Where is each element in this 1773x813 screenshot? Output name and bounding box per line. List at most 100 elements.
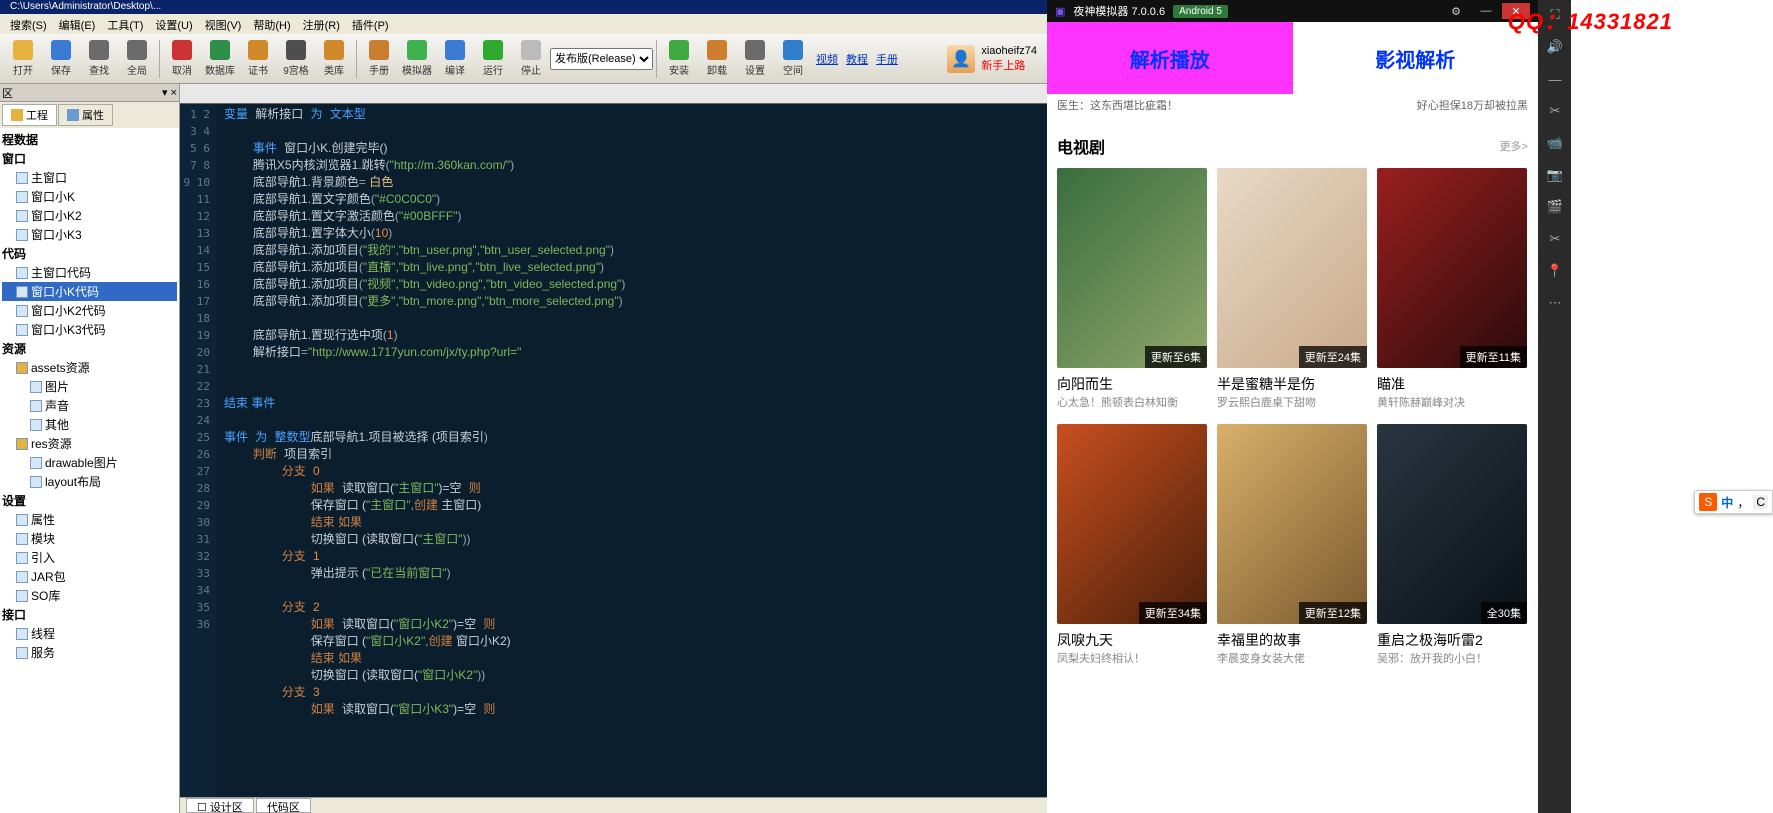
user-area[interactable]: 👤xiaoheifz74新手上路 bbox=[947, 45, 1043, 73]
tree-node[interactable]: 窗口小K2代码 bbox=[2, 301, 177, 320]
settings-icon[interactable]: ⚙ bbox=[1442, 3, 1470, 19]
toolbar-空间[interactable]: 空间 bbox=[774, 37, 812, 81]
menu-item[interactable]: 设置(U) bbox=[150, 16, 197, 32]
help-link[interactable]: 视频 bbox=[816, 51, 838, 67]
toolbar-打开[interactable]: 打开 bbox=[4, 37, 42, 81]
build-mode-select[interactable]: 发布版(Release) bbox=[550, 48, 653, 70]
tab-properties[interactable]: 属性 bbox=[58, 104, 113, 126]
toolbar-模拟器[interactable]: 模拟器 bbox=[398, 37, 436, 81]
help-link[interactable]: 教程 bbox=[846, 51, 868, 67]
tree-node[interactable]: 窗口小K3 bbox=[2, 225, 177, 244]
poster-image[interactable]: 更新至12集 bbox=[1217, 424, 1367, 624]
app-mode-button[interactable]: 影视解析 bbox=[1293, 22, 1539, 94]
toolbar-查找[interactable]: 查找 bbox=[80, 37, 118, 81]
toolbar-类库[interactable]: 类库 bbox=[315, 37, 353, 81]
poster-image[interactable]: 更新至6集 bbox=[1057, 168, 1207, 368]
tree-node[interactable]: 声音 bbox=[2, 396, 177, 415]
emulator-tool-icon[interactable]: — bbox=[1546, 70, 1564, 88]
tree-node[interactable]: 属性 bbox=[2, 510, 177, 529]
tree-node[interactable]: 窗口 bbox=[2, 149, 177, 168]
toolbar-停止[interactable]: 停止 bbox=[512, 37, 550, 81]
toolbar-全局[interactable]: 全局 bbox=[118, 37, 156, 81]
tree-node[interactable]: 窗口小K代码 bbox=[2, 282, 177, 301]
tab-code[interactable]: 代码区 bbox=[256, 798, 311, 813]
help-link[interactable]: 手册 bbox=[876, 51, 898, 67]
toolbar-安装[interactable]: 安装 bbox=[660, 37, 698, 81]
menu-item[interactable]: 编辑(E) bbox=[54, 16, 101, 32]
tree-node[interactable]: JAR包 bbox=[2, 567, 177, 586]
poster-card[interactable]: 更新至6集向阳而生心太急！熊顿表白林知衡 bbox=[1057, 168, 1207, 410]
content-scroll[interactable]: 电视剧 更多> 更新至6集向阳而生心太急！熊顿表白林知衡更新至24集半是蜜糖半是… bbox=[1047, 116, 1538, 813]
toolbar-数据库[interactable]: 数据库 bbox=[201, 37, 239, 81]
emulator-tool-icon[interactable]: ⋯ bbox=[1546, 294, 1564, 312]
tree-node[interactable]: 窗口小K3代码 bbox=[2, 320, 177, 339]
toolbar-手册[interactable]: 手册 bbox=[360, 37, 398, 81]
toolbar-卸载[interactable]: 卸载 bbox=[698, 37, 736, 81]
tab-workspace[interactable]: 工程 bbox=[2, 104, 57, 126]
tree-node[interactable]: 服务 bbox=[2, 643, 177, 662]
tree-node[interactable]: 设置 bbox=[2, 491, 177, 510]
panel-dropdown-icon[interactable]: ▾ × bbox=[162, 86, 177, 99]
toolbar-证书[interactable]: 证书 bbox=[239, 37, 277, 81]
menu-item[interactable]: 注册(R) bbox=[298, 16, 345, 32]
emulator-tool-icon[interactable]: 🔊 bbox=[1546, 38, 1564, 56]
project-tree[interactable]: 程数据窗口主窗口窗口小K窗口小K2窗口小K3代码主窗口代码窗口小K代码窗口小K2… bbox=[0, 128, 179, 813]
poster-card[interactable]: 全30集重启之极海听雷2吴邪：放开我的小白！ bbox=[1377, 424, 1527, 666]
tree-node[interactable]: drawable图片 bbox=[2, 453, 177, 472]
poster-image[interactable]: 更新至24集 bbox=[1217, 168, 1367, 368]
minimize-icon[interactable]: — bbox=[1472, 3, 1500, 19]
menu-item[interactable]: 插件(P) bbox=[347, 16, 394, 32]
emulator-tool-icon[interactable]: 📹 bbox=[1546, 134, 1564, 152]
more-link[interactable]: 更多> bbox=[1500, 138, 1528, 154]
tree-node[interactable]: 代码 bbox=[2, 244, 177, 263]
tree-node[interactable]: 程数据 bbox=[2, 130, 177, 149]
poster-image[interactable]: 更新至11集 bbox=[1377, 168, 1527, 368]
news-ticker[interactable]: 医生：这东西堪比疵霜！ 好心担保18万却被拉黑 bbox=[1047, 94, 1538, 116]
emulator-title-bar[interactable]: ▣ 夜神模拟器 7.0.0.6 Android 5 ⚙ — ✕ bbox=[1047, 0, 1538, 22]
news-item[interactable]: 医生：这东西堪比疵霜！ bbox=[1057, 97, 1178, 113]
tree-node[interactable]: 窗口小K bbox=[2, 187, 177, 206]
tree-node[interactable]: 资源 bbox=[2, 339, 177, 358]
tree-node[interactable]: assets资源 bbox=[2, 358, 177, 377]
poster-card[interactable]: 更新至11集瞄准黄轩陈赫巅峰对决 bbox=[1377, 168, 1527, 410]
menu-item[interactable]: 工具(T) bbox=[102, 16, 148, 32]
toolbar-9宫格[interactable]: 9宫格 bbox=[277, 37, 315, 81]
tree-node[interactable]: layout布局 bbox=[2, 472, 177, 491]
emulator-tool-icon[interactable]: ✂ bbox=[1546, 230, 1564, 248]
tree-node[interactable]: 线程 bbox=[2, 624, 177, 643]
tree-node[interactable]: SO库 bbox=[2, 586, 177, 605]
tree-node[interactable]: 其他 bbox=[2, 415, 177, 434]
menu-item[interactable]: 视图(V) bbox=[200, 16, 247, 32]
code-content[interactable]: 变量 解析接口 为 文本型 事件 窗口小K.创建完毕() 腾讯X5内核浏览器1.… bbox=[216, 104, 1047, 797]
tree-node[interactable]: 引入 bbox=[2, 548, 177, 567]
app-mode-button[interactable]: 解析播放 bbox=[1047, 22, 1293, 94]
emulator-tool-icon[interactable]: 🎬 bbox=[1546, 198, 1564, 216]
emulator-tool-icon[interactable]: 📍 bbox=[1546, 262, 1564, 280]
toolbar-取消[interactable]: 取消 bbox=[163, 37, 201, 81]
tree-node[interactable]: 主窗口代码 bbox=[2, 263, 177, 282]
tree-node[interactable]: 窗口小K2 bbox=[2, 206, 177, 225]
poster-card[interactable]: 更新至24集半是蜜糖半是伤罗云熙白鹿桌下甜吻 bbox=[1217, 168, 1367, 410]
editor-tab-strip[interactable] bbox=[180, 84, 1047, 104]
tree-node[interactable]: 接口 bbox=[2, 605, 177, 624]
toolbar-保存[interactable]: 保存 bbox=[42, 37, 80, 81]
emulator-tool-icon[interactable]: 📷 bbox=[1546, 166, 1564, 184]
tree-node[interactable]: 模块 bbox=[2, 529, 177, 548]
menu-bar[interactable]: 搜索(S)编辑(E)工具(T)设置(U)视图(V)帮助(H)注册(R)插件(P) bbox=[0, 14, 1047, 34]
poster-card[interactable]: 更新至34集凤唳九天凤梨夫妇终相认！ bbox=[1057, 424, 1207, 666]
menu-item[interactable]: 帮助(H) bbox=[248, 16, 295, 32]
poster-image[interactable]: 全30集 bbox=[1377, 424, 1527, 624]
ime-indicator[interactable]: S 中 ， C bbox=[1694, 490, 1773, 514]
toolbar-运行[interactable]: 运行 bbox=[474, 37, 512, 81]
menu-item[interactable]: 搜索(S) bbox=[5, 16, 52, 32]
tab-design[interactable]: ☐ 设计区 bbox=[186, 798, 254, 813]
tree-node[interactable]: 图片 bbox=[2, 377, 177, 396]
poster-card[interactable]: 更新至12集幸福里的故事李晨变身女装大佬 bbox=[1217, 424, 1367, 666]
news-item[interactable]: 好心担保18万却被拉黑 bbox=[1417, 97, 1528, 113]
toolbar-设置[interactable]: 设置 bbox=[736, 37, 774, 81]
emulator-tool-icon[interactable]: ✂ bbox=[1546, 102, 1564, 120]
tree-node[interactable]: res资源 bbox=[2, 434, 177, 453]
tree-node[interactable]: 主窗口 bbox=[2, 168, 177, 187]
code-editor[interactable]: 1 2 3 4 5 6 7 8 9 10 11 12 13 14 15 16 1… bbox=[180, 104, 1047, 797]
poster-image[interactable]: 更新至34集 bbox=[1057, 424, 1207, 624]
